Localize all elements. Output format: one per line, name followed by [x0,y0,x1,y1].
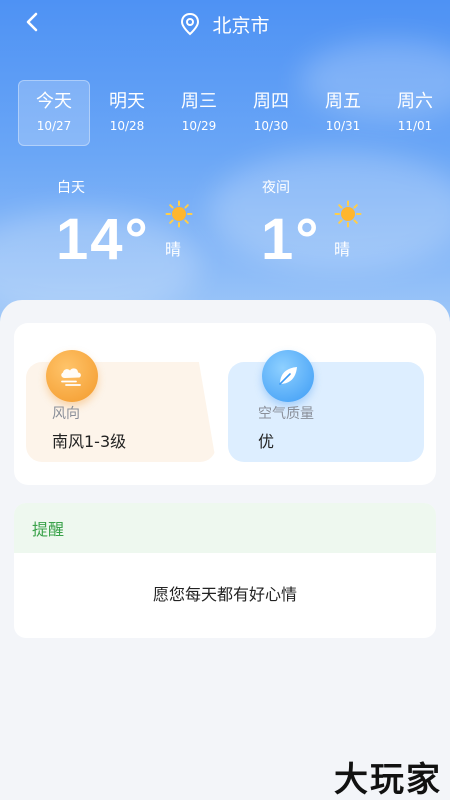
tab-date: 10/31 [325,119,361,133]
sky-background [0,0,450,340]
location-header[interactable]: 北京市 [0,8,450,40]
reminder-message: 愿您每天都有好心情 [152,585,297,604]
day-tabs: 今天 10/27 明天 10/28 周三 10/29 周四 10/30 周五 1… [18,80,450,146]
tab-name: 今天 [36,91,72,112]
tab-date: 11/01 [397,119,433,133]
tab-name: 周三 [181,91,217,112]
tab-name: 明天 [109,91,145,112]
day-condition: 晴 [165,240,182,259]
tab-friday[interactable]: 周五 10/31 [307,80,379,146]
tab-date: 10/28 [109,119,145,133]
tab-tomorrow[interactable]: 明天 10/28 [91,80,163,146]
wind-cloud-icon [46,350,98,402]
sun-icon [165,200,193,228]
reminder-title: 提醒 [14,503,436,553]
air-quality-label: 空气质量 [258,406,314,422]
tab-name: 周四 [253,91,289,112]
leaf-icon [262,350,314,402]
tab-name: 周五 [325,91,361,112]
night-label: 夜间 [262,180,290,196]
tab-date: 10/30 [253,119,289,133]
tab-today[interactable]: 今天 10/27 [18,80,90,146]
day-temperature: 14° [56,207,150,272]
watermark-logo: 大玩家 [334,760,442,800]
reminder-card: 提醒 愿您每天都有好心情 [14,503,436,638]
map-pin-icon [180,11,202,37]
night-condition: 晴 [334,240,351,259]
day-label: 白天 [57,180,85,196]
tab-thursday[interactable]: 周四 10/30 [235,80,307,146]
night-temperature: 1° [261,207,321,272]
wind-value: 南风1-3级 [52,432,127,451]
tab-wednesday[interactable]: 周三 10/29 [163,80,235,146]
air-quality-value: 优 [258,432,275,451]
sun-icon [334,200,362,228]
tab-name: 周六 [397,91,433,112]
tab-saturday[interactable]: 周六 11/01 [379,80,450,146]
city-name: 北京市 [212,14,270,37]
wind-label: 风向 [52,406,80,422]
tab-date: 10/29 [181,119,217,133]
tab-date: 10/27 [36,119,72,133]
